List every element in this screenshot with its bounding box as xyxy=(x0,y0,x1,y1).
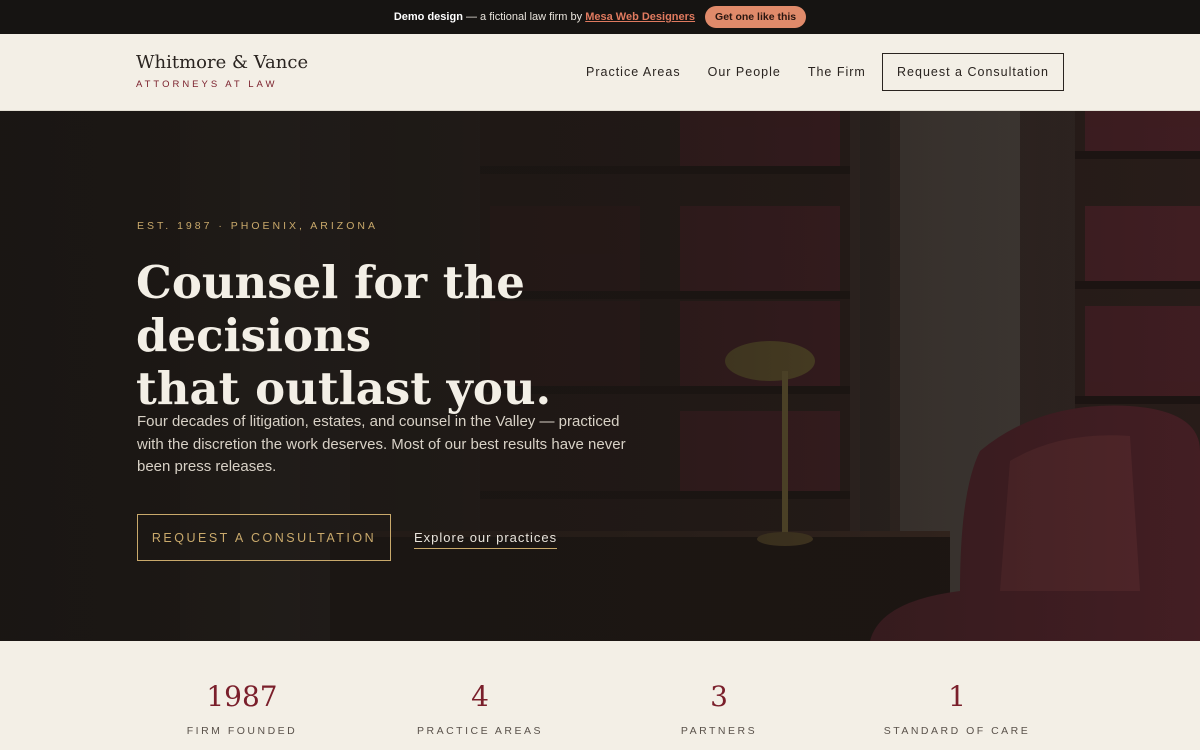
brand-logo[interactable]: Whitmore & Vance ATTORNEYS AT LAW xyxy=(136,52,308,90)
nav-item-practice-areas[interactable]: Practice Areas xyxy=(586,65,681,79)
hero-request-consultation-button[interactable]: REQUEST A CONSULTATION xyxy=(137,514,391,561)
brand-name: Whitmore & Vance xyxy=(136,52,309,73)
brand-tagline: ATTORNEYS AT LAW xyxy=(136,79,278,90)
stat-label: STANDARD OF CARE xyxy=(883,725,1031,737)
stat-standard-of-care: 1 STANDARD OF CARE xyxy=(857,680,1057,738)
designer-link[interactable]: Mesa Web Designers xyxy=(585,11,695,23)
hero-lede: Four decades of litigation, estates, and… xyxy=(137,413,626,475)
get-one-like-this-button[interactable]: Get one like this xyxy=(705,6,807,28)
stat-partners: 3 PARTNERS xyxy=(619,680,819,738)
hero-section: EST. 1987 · PHOENIX, ARIZONA Counsel for… xyxy=(0,111,1200,641)
stat-practice-areas: 4 PRACTICE AREAS xyxy=(380,680,580,738)
demo-banner-text: — a fictional law firm by xyxy=(465,11,583,23)
stat-value: 4 xyxy=(471,680,489,713)
nav-item-our-people[interactable]: Our People xyxy=(708,65,781,79)
stat-label: PARTNERS xyxy=(680,725,758,737)
main-nav: Practice Areas Our People The Firm xyxy=(586,65,866,79)
stat-value: 1987 xyxy=(206,680,278,713)
stat-label: PRACTICE AREAS xyxy=(416,725,544,737)
stat-value: 1 xyxy=(948,680,966,713)
stat-value: 3 xyxy=(710,680,728,713)
hero-eyebrow: EST. 1987 · PHOENIX, ARIZONA xyxy=(137,220,378,232)
stat-firm-founded: 1987 FIRM FOUNDED xyxy=(142,680,342,738)
demo-banner: Demo design — a fictional law firm by Me… xyxy=(0,0,1200,34)
site-header: Whitmore & Vance ATTORNEYS AT LAW Practi… xyxy=(0,34,1200,111)
stats-section: 1987 FIRM FOUNDED 4 PRACTICE AREAS 3 PAR… xyxy=(0,641,1200,750)
hero-headline-line-2: that outlast you. xyxy=(136,362,552,415)
demo-banner-lead: Demo design xyxy=(393,11,463,23)
hero-headline: Counsel for the decisions that outlast y… xyxy=(136,256,736,415)
request-consultation-button[interactable]: Request a Consultation xyxy=(882,53,1064,91)
stat-label: FIRM FOUNDED xyxy=(186,725,298,737)
explore-practices-link[interactable]: Explore our practices xyxy=(414,530,558,549)
hero-headline-line-1: Counsel for the decisions xyxy=(136,256,525,362)
nav-item-the-firm[interactable]: The Firm xyxy=(808,65,866,79)
